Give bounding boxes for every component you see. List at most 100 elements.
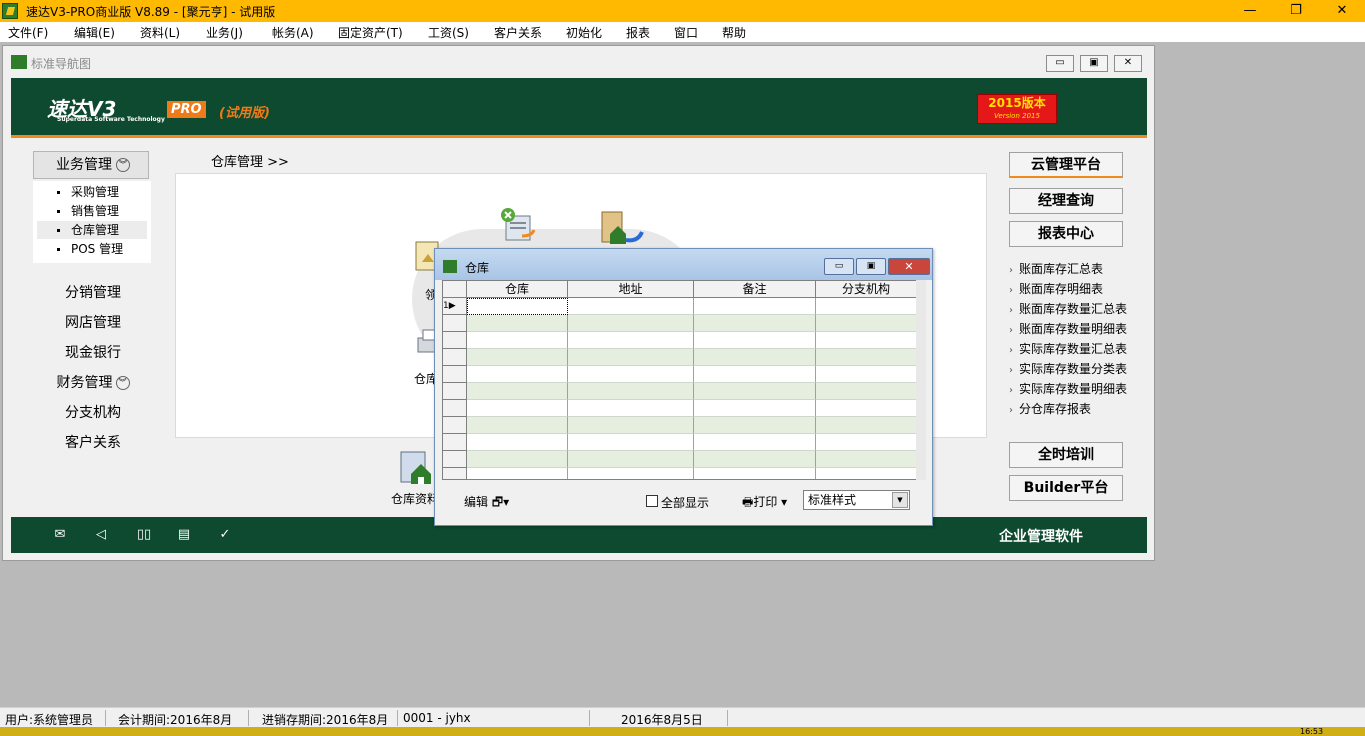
table-row[interactable] (443, 400, 917, 417)
menu-reports[interactable]: 报表 (626, 24, 650, 41)
report-link[interactable]: › 账面库存数量明细表 (1009, 320, 1127, 337)
edit-menu-button[interactable]: 编辑 🗗▾ (464, 493, 509, 514)
table-cell[interactable] (467, 315, 568, 332)
nav-close-button[interactable]: ✕ (1114, 55, 1142, 72)
table-cell[interactable] (694, 434, 816, 451)
menu-fixed-assets[interactable]: 固定资产(T) (338, 24, 403, 41)
table-cell[interactable] (467, 468, 568, 479)
dialog-restore-button[interactable]: ▣ (856, 258, 886, 275)
table-cell[interactable] (816, 400, 917, 417)
table-cell[interactable] (694, 451, 816, 468)
table-cell[interactable] (694, 349, 816, 366)
column-header-warehouse[interactable]: 仓库 (467, 281, 568, 298)
show-all-checkbox[interactable] (646, 495, 658, 507)
table-cell[interactable] (568, 434, 694, 451)
close-button[interactable]: ✕ (1319, 0, 1365, 22)
table-cell[interactable] (568, 451, 694, 468)
menu-window[interactable]: 窗口 (674, 24, 698, 41)
column-header-branch[interactable]: 分支机构 (816, 281, 917, 298)
table-row[interactable] (443, 349, 917, 366)
builder-platform-button[interactable]: Builder平台 (1009, 475, 1123, 501)
report-link[interactable]: › 分仓库存报表 (1009, 400, 1091, 417)
table-cell[interactable] (568, 417, 694, 434)
table-row[interactable] (443, 451, 917, 468)
nav-sales[interactable]: 销售管理 (37, 202, 147, 220)
report-link[interactable]: › 实际库存数量分类表 (1009, 360, 1127, 377)
report-link[interactable]: › 账面库存数量汇总表 (1009, 300, 1127, 317)
table-cell[interactable] (694, 468, 816, 479)
table-cell[interactable] (694, 315, 816, 332)
report-link[interactable]: › 账面库存汇总表 (1009, 260, 1103, 277)
menu-help[interactable]: 帮助 (722, 24, 746, 41)
table-cell[interactable] (694, 298, 816, 315)
table-row[interactable] (443, 434, 917, 451)
training-button[interactable]: 全时培训 (1009, 442, 1123, 468)
table-cell[interactable] (816, 332, 917, 349)
table-cell[interactable] (467, 366, 568, 383)
table-cell[interactable] (816, 298, 917, 315)
table-row[interactable] (443, 315, 917, 332)
table-row[interactable] (443, 332, 917, 349)
table-row[interactable] (443, 366, 917, 383)
table-cell[interactable] (816, 383, 917, 400)
report-link[interactable]: › 实际库存数量汇总表 (1009, 340, 1127, 357)
table-cell[interactable] (568, 400, 694, 417)
check-circle-icon[interactable]: ✓ (216, 527, 234, 543)
dialog-minimize-button[interactable]: ▭ (824, 258, 854, 275)
table-cell[interactable] (568, 468, 694, 479)
table-cell[interactable] (816, 468, 917, 479)
table-cell[interactable] (568, 349, 694, 366)
warehouse-data-icon[interactable] (397, 448, 433, 484)
table-cell[interactable] (694, 400, 816, 417)
speaker-icon[interactable]: ◁ (92, 527, 110, 543)
table-row[interactable] (443, 417, 917, 434)
report-link[interactable]: › 实际库存数量明细表 (1009, 380, 1127, 397)
menu-payroll[interactable]: 工资(S) (428, 24, 469, 41)
table-cell[interactable] (568, 298, 694, 315)
column-header-note[interactable]: 备注 (694, 281, 816, 298)
nav-branches[interactable]: 分支机构 (33, 402, 153, 422)
report-link[interactable]: › 账面库存明细表 (1009, 280, 1103, 297)
table-cell[interactable] (467, 383, 568, 400)
nav-cash-bank[interactable]: 现金银行 (33, 342, 153, 362)
table-cell[interactable] (568, 383, 694, 400)
chevron-down-icon[interactable]: ▼ (892, 492, 908, 508)
print-button[interactable]: 🖶打印 ▾ (742, 493, 787, 514)
grid-scrollbar[interactable] (916, 280, 926, 480)
table-cell[interactable] (568, 366, 694, 383)
nav-distribution[interactable]: 分销管理 (33, 282, 153, 302)
menu-business[interactable]: 业务(J) (206, 24, 243, 41)
menu-data[interactable]: 资料(L) (140, 24, 180, 41)
table-row[interactable] (443, 468, 917, 479)
table-cell[interactable] (467, 434, 568, 451)
book-icon[interactable]: ▯▯ (135, 527, 153, 543)
nav-restore-button[interactable]: ▣ (1080, 55, 1108, 72)
table-cell[interactable] (694, 417, 816, 434)
nav-warehouse[interactable]: 仓库管理 (37, 221, 147, 239)
column-header-address[interactable]: 地址 (568, 281, 694, 298)
table-cell[interactable] (816, 349, 917, 366)
table-cell[interactable] (816, 451, 917, 468)
dialog-close-button[interactable]: ✕ (888, 258, 930, 275)
restore-button[interactable]: ❐ (1273, 0, 1319, 22)
nav-pos[interactable]: POS 管理 (37, 240, 147, 258)
menu-init[interactable]: 初始化 (566, 24, 602, 41)
nav-crm[interactable]: 客户关系 (33, 432, 153, 452)
table-cell[interactable] (816, 417, 917, 434)
report-center-button[interactable]: 报表中心 (1009, 221, 1123, 247)
nav-purchase[interactable]: 采购管理 (37, 183, 147, 201)
nav-business-header[interactable]: 业务管理 ︾ (33, 151, 149, 179)
collapse-icon[interactable]: ︾ (116, 158, 130, 172)
menu-crm[interactable]: 客户关系 (494, 24, 542, 41)
manager-query-button[interactable]: 经理查询 (1009, 188, 1123, 214)
table-cell[interactable] (568, 315, 694, 332)
table-cell[interactable] (467, 451, 568, 468)
warehouse-transfer-icon[interactable] (600, 210, 644, 246)
table-cell[interactable] (694, 366, 816, 383)
document-check-icon[interactable] (498, 206, 536, 242)
mail-icon[interactable]: ✉ (51, 527, 69, 543)
nav-finance[interactable]: 财务管理 ︾ (33, 372, 153, 392)
document-list-icon[interactable]: ▤ (175, 527, 193, 543)
table-cell[interactable] (816, 315, 917, 332)
table-row[interactable] (443, 383, 917, 400)
